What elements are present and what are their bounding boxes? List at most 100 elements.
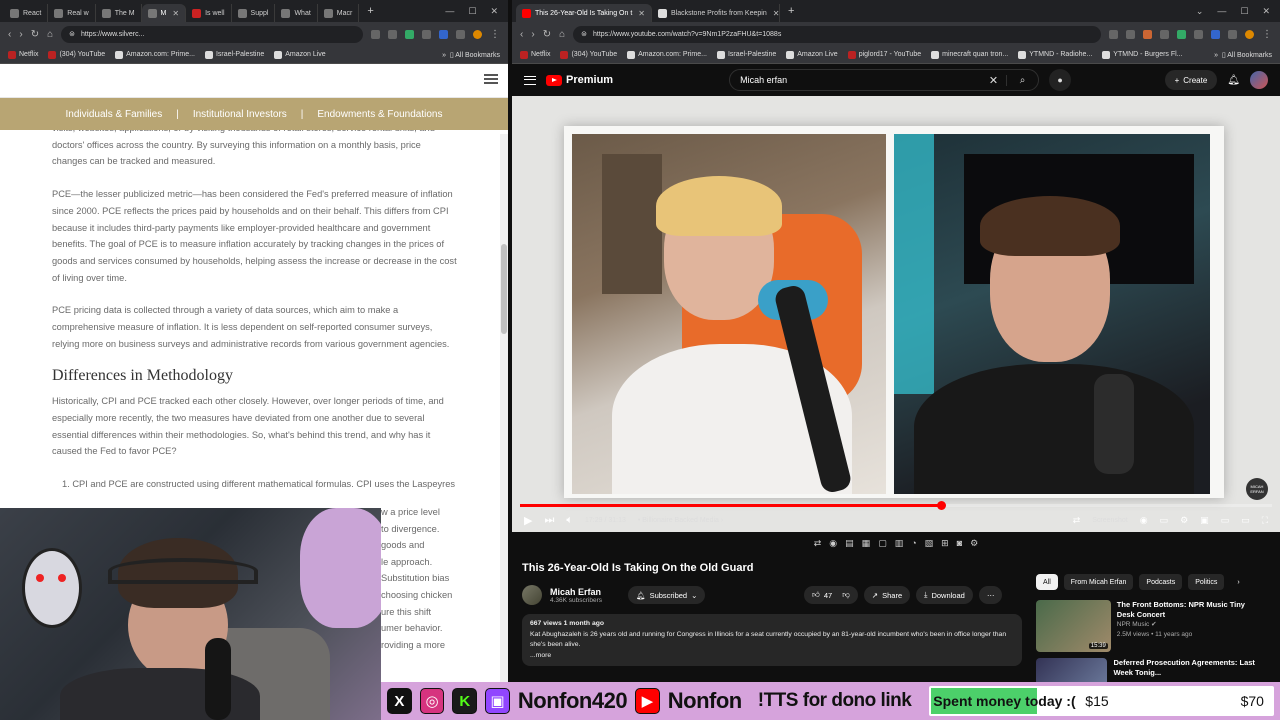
next-icon[interactable]: ⏭ (544, 514, 554, 527)
tab[interactable]: Is well (186, 4, 232, 22)
close-tab-icon[interactable]: ✕ (172, 9, 179, 18)
new-tab-icon[interactable]: + (359, 5, 381, 17)
nav-institutional[interactable]: Institutional Investors (193, 109, 287, 120)
search-input[interactable]: Micah erfan ✕ ⌕ (729, 69, 1040, 91)
close-tab-icon[interactable]: ✕ (638, 9, 645, 18)
tab[interactable]: The M (96, 4, 142, 22)
video-player[interactable]: MICAH ERFAN ▶ ⏭ 🔈︎ 17:29 / 31:13 • Billi… (512, 96, 1280, 532)
search-icon[interactable]: ⌕ (1006, 74, 1038, 86)
grid-icon[interactable]: ▦ (862, 538, 871, 556)
extension-icon[interactable] (1194, 29, 1203, 39)
add-icon[interactable]: ⊞ (941, 538, 949, 556)
guide-menu-icon[interactable] (524, 75, 536, 85)
new-tab-icon[interactable]: + (780, 5, 802, 17)
tab-search-icon[interactable]: ⌄ (1196, 6, 1204, 17)
tab[interactable]: React (4, 4, 49, 22)
gear-icon[interactable]: ⚙ (970, 538, 978, 556)
cast-icon[interactable]: ▭ (1241, 515, 1250, 526)
related-video-title[interactable]: The Front Bottoms: NPR Music Tiny Desk C… (1117, 600, 1262, 620)
crop-icon[interactable]: ▢ (878, 538, 887, 556)
show-more-link[interactable]: ...more (530, 651, 1014, 662)
play-icon[interactable]: ▶ (524, 514, 532, 527)
tab-active[interactable]: M ✕ (141, 4, 187, 22)
tab[interactable]: Real w (48, 4, 96, 22)
site-info-icon[interactable]: ⊜ (69, 30, 75, 38)
miniplayer-icon[interactable]: ▣ (1200, 515, 1209, 526)
more-actions-button[interactable]: ⋯ (978, 586, 1003, 604)
tab[interactable]: Suppl (232, 4, 276, 22)
forward-icon[interactable]: › (531, 29, 534, 40)
screenshot-button[interactable]: Screenshot (1092, 517, 1127, 524)
share-button[interactable]: ↗ Share (863, 586, 911, 604)
back-icon[interactable]: ‹ (8, 29, 11, 40)
video-thumbnail[interactable]: 15:39 (1036, 600, 1111, 652)
close-window-icon[interactable]: ✕ (1262, 6, 1270, 17)
related-video[interactable]: 15:39 The Front Bottoms: NPR Music Tiny … (1036, 600, 1262, 652)
autoplay-toggle-icon[interactable]: ◉ (1140, 515, 1148, 526)
loop-icon[interactable]: ⇄ (814, 538, 822, 556)
bookmark[interactable]: (304) YouTube (48, 50, 105, 59)
all-bookmarks[interactable]: » ▯ All Bookmarks (442, 51, 500, 59)
extension-icon[interactable] (1109, 29, 1118, 39)
minimize-icon[interactable]: — (445, 6, 454, 17)
subscribed-button[interactable]: 🔔︎ Subscribed ⌄ (628, 586, 706, 604)
bookmark[interactable]: Amazon Live (274, 50, 326, 59)
bookmark[interactable]: Israel-Palestine (716, 50, 776, 59)
extension-icon[interactable] (422, 29, 431, 39)
volume-icon[interactable]: 🔈︎ (566, 514, 573, 527)
bookmark[interactable]: Amazon.com: Prime... (627, 50, 707, 59)
scrollbar[interactable] (500, 134, 508, 720)
related-video-title[interactable]: Deferred Prosecution Agreements: Last We… (1113, 658, 1262, 678)
scrollbar-thumb[interactable] (501, 244, 507, 334)
chip-politics[interactable]: Politics (1188, 574, 1225, 590)
extension-icon[interactable] (405, 29, 414, 39)
extension-icon[interactable] (439, 29, 448, 39)
menu-icon[interactable]: ⋮ (1262, 29, 1272, 40)
chip-podcasts[interactable]: Podcasts (1139, 574, 1183, 590)
address-bar[interactable]: ⊜ https://www.youtube.com/watch?v=9Nm1P2… (573, 25, 1101, 43)
extension-icon[interactable] (1177, 29, 1186, 39)
chevron-right-icon[interactable]: › (1230, 574, 1246, 590)
thumbs-down-icon[interactable]: 👎︎ (842, 590, 850, 600)
bookmark[interactable]: Netflix (520, 50, 550, 59)
bookmark[interactable]: YTMND - Burgers Fl... (1102, 50, 1183, 59)
nav-individuals[interactable]: Individuals & Families (66, 109, 163, 120)
settings-icon[interactable]: ⚙ (1180, 515, 1188, 526)
fullscreen-icon[interactable]: ⛶ (1262, 515, 1268, 526)
loop-icon[interactable]: ⇄ (1073, 515, 1081, 526)
maximize-icon[interactable]: ☐ (468, 6, 476, 17)
voice-search-icon[interactable]: ● (1049, 69, 1072, 91)
extension-icon[interactable] (1228, 29, 1237, 39)
camera-icon[interactable]: ◙ (957, 538, 962, 556)
address-bar[interactable]: ⊜ https://www.silverc... (61, 25, 363, 43)
extension-icon[interactable] (1126, 29, 1135, 39)
profile-icon[interactable] (1245, 29, 1254, 39)
youtube-logo[interactable]: Premium (546, 74, 613, 86)
profile-icon[interactable] (473, 29, 482, 39)
account-avatar[interactable] (1250, 71, 1268, 89)
speed-icon[interactable]: ◔ (911, 538, 916, 556)
extension-icon[interactable] (1211, 29, 1220, 39)
extension-icon[interactable] (1143, 29, 1152, 39)
close-window-icon[interactable]: ✕ (490, 6, 498, 17)
create-button[interactable]: + Create (1164, 70, 1218, 90)
bookmark[interactable]: (304) YouTube (560, 50, 617, 59)
hamburger-menu-icon[interactable] (484, 74, 498, 84)
home-icon[interactable]: ⌂ (559, 29, 565, 40)
frame-icon[interactable]: ▥ (895, 538, 904, 556)
clear-search-icon[interactable]: ✕ (989, 74, 998, 87)
audio-icon[interactable]: ◉ (829, 538, 837, 556)
bookmark[interactable]: YTMND - Radiohe... (1018, 50, 1092, 59)
bookmark[interactable]: Netflix (8, 50, 38, 59)
bookmark[interactable]: Israel-Palestine (204, 50, 264, 59)
extension-icon[interactable] (456, 29, 465, 39)
all-bookmarks[interactable]: » ▯ All Bookmarks (1214, 51, 1272, 59)
notifications-icon[interactable]: 🔔︎ (1227, 75, 1240, 86)
site-info-icon[interactable]: ⊜ (581, 30, 587, 38)
forward-icon[interactable]: › (19, 29, 22, 40)
tab[interactable]: Blackstone Profits from Keepin ✕ (652, 4, 780, 22)
download-button[interactable]: ⤓ Download (916, 586, 973, 604)
chapter-label[interactable]: • Billionaire Backed Media › (638, 517, 723, 524)
channel-name[interactable]: Micah Erfan (550, 587, 602, 597)
tab-active[interactable]: This 26-Year-Old Is Taking On t ✕ (516, 4, 652, 22)
